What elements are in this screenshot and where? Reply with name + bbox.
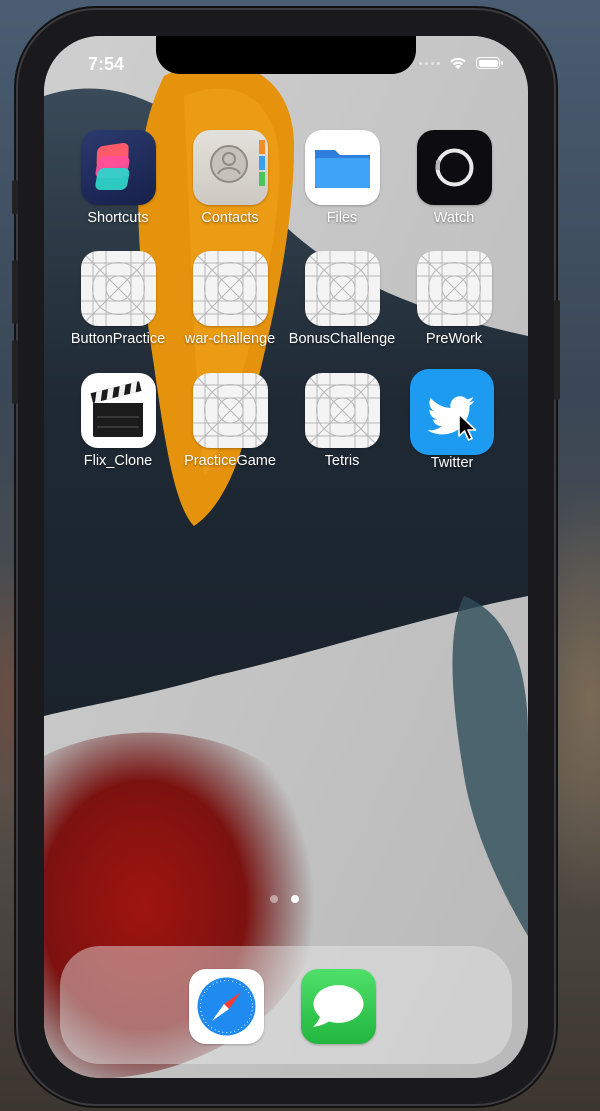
status-indicators xyxy=(419,56,503,70)
blank-app-grid-icon xyxy=(80,251,156,326)
clapperboard-icon xyxy=(80,373,156,448)
page-dot-1[interactable] xyxy=(270,895,278,903)
page-dot-2-active[interactable] xyxy=(291,895,299,903)
app-label: ButtonPractice xyxy=(70,331,166,347)
app-label: PracticeGame xyxy=(184,453,276,469)
app-label: BonusChallenge xyxy=(288,331,396,347)
app-label: Watch xyxy=(433,210,475,226)
status-time: 7:54 xyxy=(88,54,125,74)
blank-app-grid-icon xyxy=(416,251,492,326)
mouse-pointer-icon xyxy=(458,413,477,441)
battery-icon xyxy=(476,57,503,69)
home-screen: 7:54 Shortcuts Contacts Files Watch Butt… xyxy=(44,36,528,1078)
volume-up-button xyxy=(12,260,18,324)
page-indicator[interactable] xyxy=(270,895,299,903)
app-buttonpractice[interactable]: ButtonPractice xyxy=(62,251,174,347)
shortcuts-icon xyxy=(80,130,156,205)
app-label: Files xyxy=(326,210,358,226)
contacts-icon xyxy=(192,130,268,205)
app-contacts[interactable]: Contacts xyxy=(174,130,286,226)
app-label: Tetris xyxy=(324,453,360,469)
files-folder-icon xyxy=(304,130,380,205)
silent-switch xyxy=(12,180,18,214)
app-tetris[interactable]: Tetris xyxy=(286,373,398,469)
messages-bubble-icon xyxy=(300,969,376,1044)
app-label: war-challenge xyxy=(184,331,276,347)
volume-down-button xyxy=(12,340,18,404)
blank-app-grid-icon xyxy=(304,373,380,448)
app-prework[interactable]: PreWork xyxy=(398,251,510,347)
app-label: Twitter xyxy=(430,455,474,471)
app-flix-clone[interactable]: Flix_Clone xyxy=(62,373,174,469)
cellular-signal-icon xyxy=(419,61,440,65)
watch-icon xyxy=(416,130,492,205)
app-watch[interactable]: Watch xyxy=(398,130,510,226)
dock-app-messages[interactable] xyxy=(282,969,394,1044)
side-button xyxy=(554,300,560,400)
app-files[interactable]: Files xyxy=(286,130,398,226)
app-label: Flix_Clone xyxy=(83,453,153,469)
dock xyxy=(60,946,512,1064)
blank-app-grid-icon xyxy=(192,373,268,448)
notch xyxy=(156,36,416,74)
dock-app-safari[interactable] xyxy=(170,969,282,1044)
app-war-challenge[interactable]: war-challenge xyxy=(174,251,286,347)
twitter-bird-icon xyxy=(410,369,494,455)
app-shortcuts[interactable]: Shortcuts xyxy=(62,130,174,226)
blank-app-grid-icon xyxy=(304,251,380,326)
app-twitter[interactable]: Twitter xyxy=(396,369,508,471)
app-label: PreWork xyxy=(425,331,483,347)
app-label: Contacts xyxy=(201,210,259,226)
wifi-icon xyxy=(450,57,466,69)
app-label: Shortcuts xyxy=(87,210,149,226)
app-practicegame[interactable]: PracticeGame xyxy=(174,373,286,469)
safari-compass-icon xyxy=(188,969,264,1044)
blank-app-grid-icon xyxy=(192,251,268,326)
app-bonuschallenge[interactable]: BonusChallenge xyxy=(286,251,398,347)
